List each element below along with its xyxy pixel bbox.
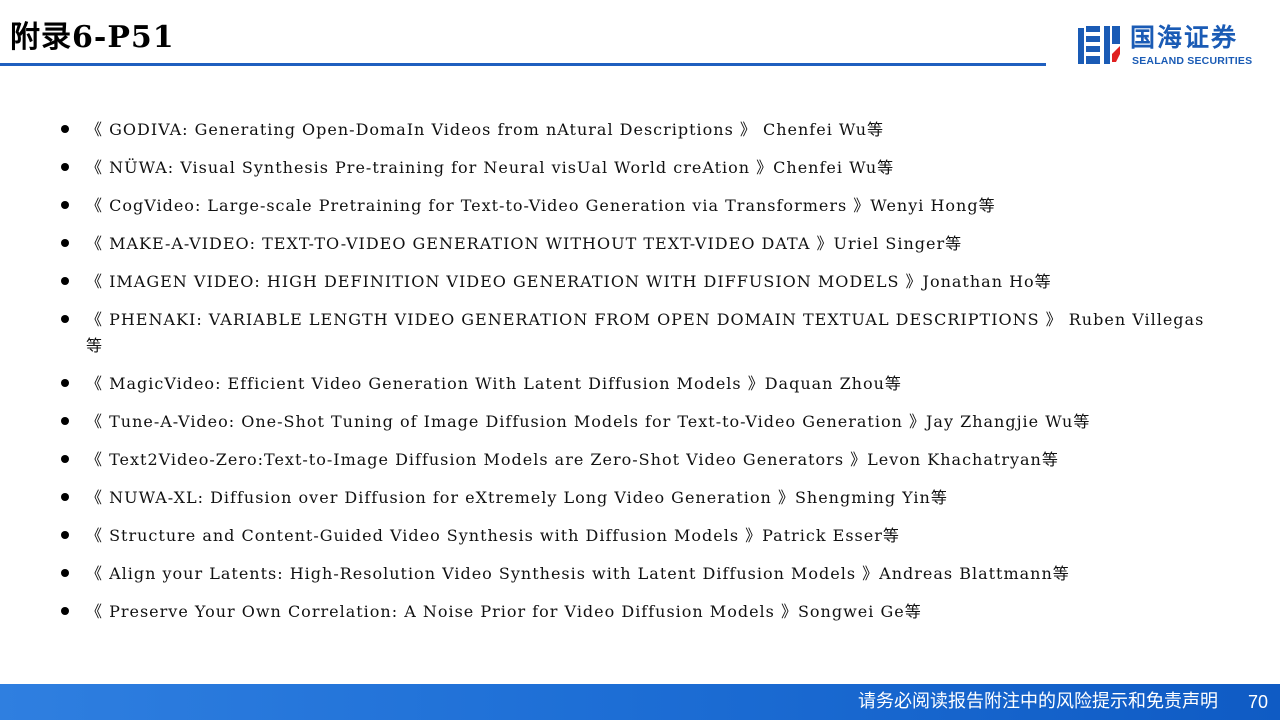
bullet-icon — [61, 454, 69, 463]
reference-text: 《 Align your Latents: High-Resolution Vi… — [86, 563, 1070, 583]
logo-english-name: SEALAND SECURITIES — [1132, 55, 1253, 67]
reference-text: 《 PHENAKI: VARIABLE LENGTH VIDEO GENERAT… — [86, 310, 1205, 355]
reference-text: 《 IMAGEN VIDEO: HIGH DEFINITION VIDEO GE… — [86, 272, 1052, 291]
list-item: 《 MAKE-A-VIDEO: TEXT-TO-VIDEO GENERATION… — [60, 231, 1210, 257]
bullet-icon — [61, 239, 69, 247]
list-item: 《 Preserve Your Own Correlation: A Noise… — [60, 599, 1210, 625]
list-item: 《 Tune-A-Video: One-Shot Tuning of Image… — [60, 409, 1210, 435]
list-item: 《 NÜWA: Visual Synthesis Pre-training fo… — [60, 155, 1210, 181]
list-item: 《 Text2Video-Zero:Text-to-Image Diffusio… — [60, 447, 1210, 473]
page-number: 70 — [1247, 692, 1268, 712]
list-item: 《 CogVideo: Large-scale Pretraining for … — [60, 193, 1210, 219]
reference-text: 《 Structure and Content-Guided Video Syn… — [86, 525, 900, 545]
bullet-icon — [61, 492, 69, 501]
list-item: 《 MagicVideo: Efficient Video Generation… — [60, 371, 1210, 397]
list-item: 《 Structure and Content-Guided Video Syn… — [60, 523, 1210, 549]
reference-text: 《 NÜWA: Visual Synthesis Pre-training fo… — [86, 158, 895, 177]
reference-text: 《 GODIVA: Generating Open-DomaIn Videos … — [86, 120, 884, 139]
reference-list: 《 GODIVA: Generating Open-DomaIn Videos … — [60, 117, 1210, 637]
bullet-icon — [61, 315, 69, 323]
page-title: 附录6-P51 — [10, 20, 175, 55]
reference-text: 《 CogVideo: Large-scale Pretraining for … — [86, 196, 996, 215]
list-item: 《 IMAGEN VIDEO: HIGH DEFINITION VIDEO GE… — [60, 269, 1210, 295]
list-item: 《 Align your Latents: High-Resolution Vi… — [60, 561, 1210, 587]
bullet-icon — [61, 277, 69, 285]
header-divider — [0, 63, 1046, 66]
list-item: 《 NUWA-XL: Diffusion over Diffusion for … — [60, 485, 1210, 511]
list-item: 《 PHENAKI: VARIABLE LENGTH VIDEO GENERAT… — [60, 307, 1210, 358]
list-item: 《 GODIVA: Generating Open-DomaIn Videos … — [60, 117, 1210, 143]
bullet-icon — [61, 125, 69, 133]
bullet-icon — [61, 568, 69, 577]
disclaimer-text: 请务必阅读报告附注中的风险提示和免责声明 — [858, 691, 1218, 712]
sealand-mark-icon — [1078, 26, 1120, 64]
bullet-icon — [61, 530, 69, 539]
bullet-icon — [61, 201, 69, 209]
bullet-icon — [61, 163, 69, 171]
footer-bar: 请务必阅读报告附注中的风险提示和免责声明 70 — [0, 684, 1280, 720]
reference-text: 《 Text2Video-Zero:Text-to-Image Diffusio… — [86, 449, 1059, 469]
reference-text: 《 Preserve Your Own Correlation: A Noise… — [86, 601, 922, 621]
logo-chinese-name: 国海证券 — [1130, 23, 1239, 52]
reference-text: 《 NUWA-XL: Diffusion over Diffusion for … — [86, 487, 948, 507]
bullet-icon — [61, 378, 69, 387]
bullet-icon — [61, 416, 69, 425]
reference-text: 《 MAKE-A-VIDEO: TEXT-TO-VIDEO GENERATION… — [86, 234, 963, 253]
reference-text: 《 MagicVideo: Efficient Video Generation… — [86, 373, 902, 393]
reference-text: 《 Tune-A-Video: One-Shot Tuning of Image… — [86, 411, 1091, 431]
bullet-icon — [61, 606, 69, 615]
company-logo: 国海证券 SEALAND SECURITIES — [1076, 22, 1266, 70]
